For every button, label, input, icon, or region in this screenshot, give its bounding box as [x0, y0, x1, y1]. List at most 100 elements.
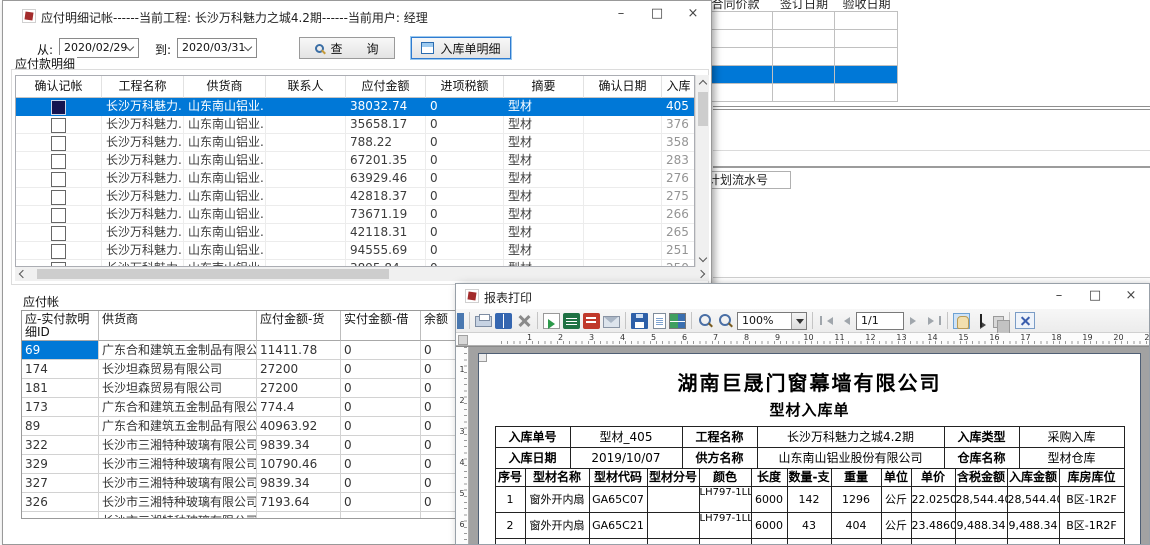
settings-icon[interactable] — [515, 313, 532, 329]
scroll-down-icon[interactable] — [699, 254, 707, 262]
vertical-scrollbar[interactable] — [695, 75, 709, 267]
print-preview-area[interactable]: 123456 湖南巨晟门窗幕墙有限公司 型材入库单 入库单号型材_405工程名称… — [456, 346, 1149, 544]
cell: 38032.74 — [346, 98, 426, 116]
horizontal-scrollbar[interactable] — [15, 267, 709, 281]
table-row[interactable]: 长沙万科魅力...山东南山铝业...35658.170型材376 — [16, 116, 694, 134]
cell — [584, 116, 662, 134]
table-row[interactable]: 长沙万科魅力...山东南山铝业...788.220型材358 — [16, 134, 694, 152]
chevron-down-icon[interactable] — [791, 313, 806, 329]
zoom-in-icon[interactable] — [697, 313, 714, 329]
close-button[interactable]: × — [675, 1, 711, 27]
column-header[interactable]: 应付金额-货 — [257, 311, 341, 341]
table-row[interactable]: 长沙万科魅力...山东南山铝业...94555.690型材251 — [16, 242, 694, 260]
minimize-button[interactable]: – — [1041, 284, 1077, 307]
cell: 长沙万科魅力... — [102, 170, 184, 188]
export-icon[interactable] — [543, 313, 560, 329]
cell: 322 — [22, 436, 99, 455]
scroll-up-icon[interactable] — [699, 80, 707, 88]
column-header[interactable]: 应-实付款明细ID — [22, 311, 99, 341]
plan-serial-field[interactable]: 计划流水号 — [705, 171, 791, 189]
scrollbar-thumb[interactable] — [698, 92, 708, 126]
maximize-button[interactable]: □ — [1077, 284, 1113, 307]
cell: 0 — [341, 493, 421, 512]
divider — [713, 109, 1150, 110]
table-row[interactable]: 长沙万科魅力...山东南山铝业...42118.310型材265 — [16, 224, 694, 242]
next-page-button[interactable] — [907, 313, 923, 329]
scroll-right-icon[interactable] — [697, 270, 705, 278]
minimize-button[interactable]: – — [603, 1, 639, 27]
column-header[interactable]: 实付金额-借 — [341, 311, 421, 341]
close-preview-icon[interactable] — [1015, 312, 1035, 329]
cell: 0 — [341, 341, 421, 360]
table-row[interactable] — [698, 11, 898, 29]
save-icon[interactable] — [631, 313, 648, 329]
cell — [584, 170, 662, 188]
column-header[interactable]: 确认记帐 — [16, 76, 102, 98]
last-page-button[interactable] — [926, 313, 942, 329]
table-row-selected[interactable] — [698, 65, 898, 83]
page-number-input[interactable]: 1/1 — [856, 312, 904, 330]
cell — [266, 152, 346, 170]
table-row[interactable]: 329长沙市三湘特种玻璃有限公司10790.4600 — [22, 455, 509, 474]
column-header[interactable]: 摘要 — [504, 76, 584, 98]
zoom-level-combo[interactable]: 100% — [737, 312, 807, 330]
cell: 窗外开内扇 — [526, 513, 590, 539]
scroll-left-icon[interactable] — [19, 270, 27, 278]
table-row-selected[interactable]: 长沙万科魅力...山东南山铝业...38032.740型材405 — [16, 98, 694, 116]
copy-icon[interactable] — [993, 316, 1004, 328]
column-header[interactable]: 确认日期 — [584, 76, 662, 98]
mail-icon[interactable] — [603, 316, 620, 328]
prev-page-button[interactable] — [837, 313, 853, 329]
pdf-icon[interactable] — [583, 313, 600, 329]
table-row[interactable]: 326长沙市三湘特种玻璃有限公司7193.6400 — [22, 493, 509, 512]
cell: 6000 — [752, 487, 788, 513]
excel-icon[interactable] — [563, 313, 580, 329]
to-date-combo[interactable]: 2020/03/31 — [177, 38, 257, 58]
cell: 174 — [22, 360, 99, 379]
column-header[interactable]: 入库 — [662, 76, 695, 98]
close-button[interactable]: × — [1113, 284, 1149, 307]
scrollbar-thumb[interactable] — [37, 269, 389, 279]
table-row[interactable] — [698, 83, 898, 101]
column-header[interactable]: 供货商 — [184, 76, 266, 98]
hand-tool-icon[interactable] — [953, 313, 970, 329]
document-icon[interactable] — [653, 313, 666, 329]
table-row[interactable]: 327长沙市三湘特种玻璃有限公司9839.3400 — [22, 474, 509, 493]
column-header[interactable]: 联系人 — [266, 76, 346, 98]
print-icon[interactable] — [475, 316, 492, 327]
cell: LH797-1LL — [700, 487, 752, 513]
zoom-out-icon[interactable] — [717, 313, 734, 329]
table-row[interactable]: 174长沙坦森贸易有限公司2720000 — [22, 360, 509, 379]
table-row[interactable]: 173广东合和建筑五金制品有限公司774.400 — [22, 398, 509, 417]
cell — [584, 206, 662, 224]
query-button[interactable]: 查 询 — [299, 37, 395, 59]
column-header[interactable]: 进项税额 — [426, 76, 504, 98]
table-row[interactable]: 长沙万科魅力...山东南山铝业...63929.460型材276 — [16, 170, 694, 188]
table-row[interactable] — [698, 47, 898, 65]
table-row[interactable]: 89广东合和建筑五金制品有限公司40963.9200 — [22, 417, 509, 436]
layout-icon[interactable] — [669, 313, 686, 329]
table-row[interactable]: 长沙市三湘特种玻璃有限公司 — [22, 512, 509, 519]
table-row[interactable] — [698, 29, 898, 47]
first-page-button[interactable] — [818, 313, 834, 329]
text-select-icon[interactable] — [973, 313, 990, 329]
cell: 9,488.34 — [956, 513, 1008, 539]
report-table-header: 序号型材名称型材代码型材分号颜色长度数量-支重量单位单价含税金额入库金额库房库位 — [496, 469, 1124, 487]
table-row[interactable]: 322长沙市三湘特种玻璃有限公司9839.3400 — [22, 436, 509, 455]
cell: 长沙万科魅力... — [102, 206, 184, 224]
table-row[interactable]: 长沙万科魅力...山东南山铝业...67201.350型材283 — [16, 152, 694, 170]
table-row[interactable]: 长沙万科魅力...山东南山铝业...42818.370型材275 — [16, 188, 694, 206]
table-row[interactable]: 长沙万科魅力...山东南山铝业...3895.840型材250 — [16, 260, 694, 267]
column-header[interactable]: 应付金额 — [346, 76, 426, 98]
inbound-detail-button[interactable]: 入库单明细 — [411, 37, 511, 59]
book-icon[interactable] — [495, 313, 512, 329]
column-header[interactable]: 供货商 — [99, 311, 257, 341]
table-row[interactable]: 181长沙坦森贸易有限公司2720000 — [22, 379, 509, 398]
cell: 22.0250 — [912, 487, 956, 513]
column-header[interactable]: 工程名称 — [102, 76, 184, 98]
table-row[interactable]: 长沙万科魅力...山东南山铝业...73671.190型材266 — [16, 206, 694, 224]
table-row-selected[interactable]: 69广东合和建筑五金制品有限公司11411.7800 — [22, 341, 509, 360]
cell: 28,544.40 — [956, 487, 1008, 513]
page-setup-icon[interactable] — [457, 313, 464, 329]
maximize-button[interactable]: □ — [639, 1, 675, 27]
